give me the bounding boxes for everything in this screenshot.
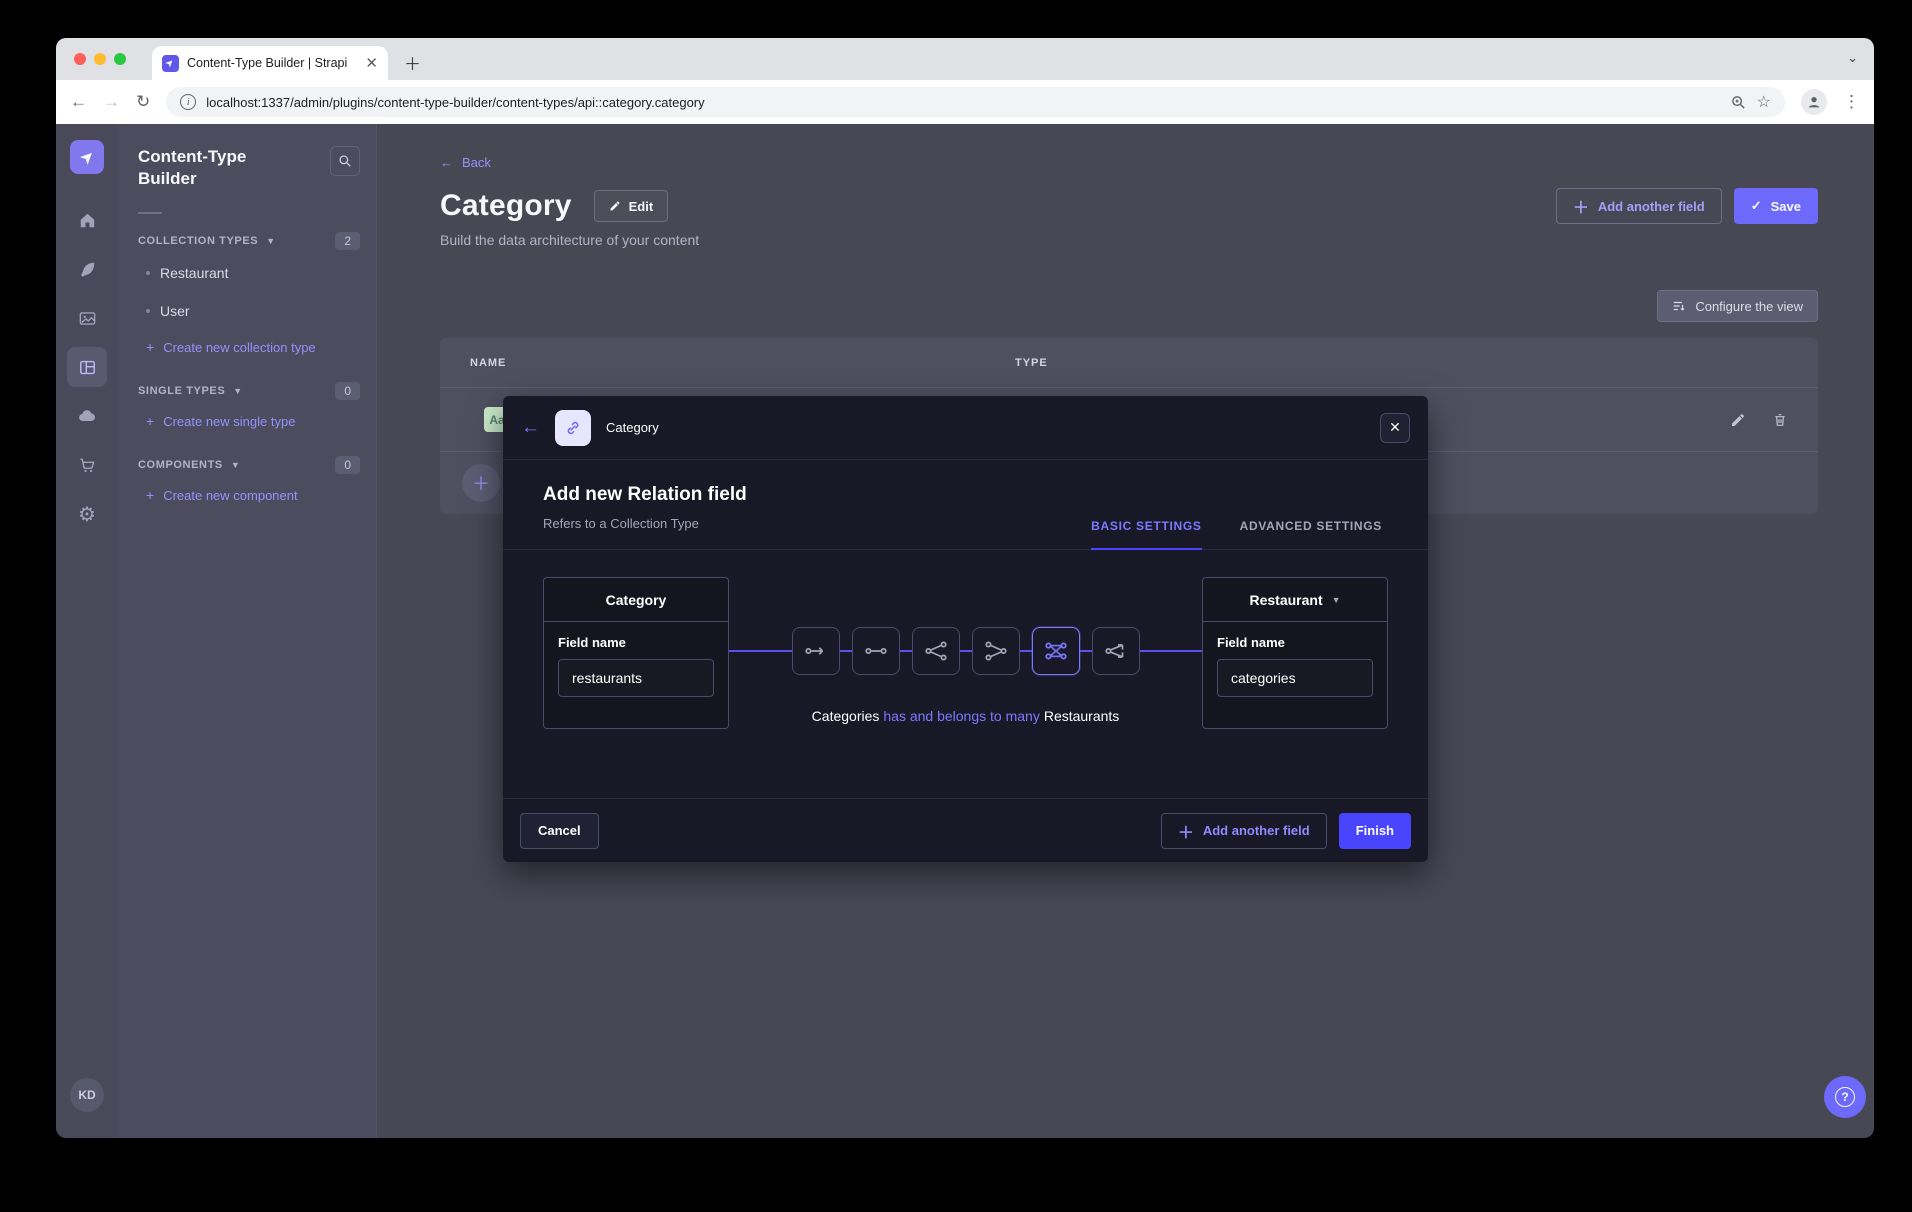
url-text[interactable]: localhost:1337/admin/plugins/content-typ…	[206, 95, 1719, 110]
many-to-one-icon[interactable]	[972, 627, 1020, 675]
modal-footer: Cancel ＋ Add another field Finish	[503, 798, 1428, 862]
relation-type-buttons	[792, 627, 1140, 675]
modal-add-another-field-button[interactable]: ＋ Add another field	[1161, 813, 1327, 849]
close-button[interactable]: ✕	[1380, 413, 1410, 443]
relation-sentence: Categorieshas and belongs to manyRestaur…	[503, 708, 1428, 724]
many-to-many-icon[interactable]	[1032, 627, 1080, 675]
strapi-favicon-icon: ➤	[162, 55, 179, 72]
profile-icon[interactable]	[1801, 89, 1827, 115]
source-field-name-input[interactable]	[558, 659, 714, 697]
tab-title: Content-Type Builder | Strapi	[187, 56, 357, 70]
tab-search-icon[interactable]: ⌄	[1847, 50, 1858, 66]
browser-tab-bar: ➤ Content-Type Builder | Strapi ✕ ＋ ⌄	[56, 38, 1874, 80]
modal-tabs: BASIC SETTINGS ADVANCED SETTINGS	[1091, 519, 1382, 549]
reload-icon[interactable]: ↻	[136, 92, 150, 112]
one-way-icon[interactable]	[792, 627, 840, 675]
new-tab-button[interactable]: ＋	[404, 50, 421, 75]
many-way-icon[interactable]	[1092, 627, 1140, 675]
close-icon: ✕	[1389, 419, 1401, 436]
tab-basic-settings[interactable]: BASIC SETTINGS	[1091, 519, 1201, 550]
address-bar[interactable]: i localhost:1337/admin/plugins/content-t…	[166, 87, 1785, 117]
forward-icon[interactable]: →	[103, 92, 120, 112]
one-to-one-icon[interactable]	[852, 627, 900, 675]
strapi-admin: ➤ ⚙ KD Content-Type	[56, 124, 1874, 1138]
relation-diagram: Category Field name	[503, 550, 1428, 775]
target-field-name-input[interactable]	[1217, 659, 1373, 697]
add-relation-modal: ← Category ✕ Add new Relation field Refe…	[503, 396, 1428, 862]
bookmark-star-icon[interactable]: ☆	[1757, 92, 1771, 112]
modal-header: ← Category ✕	[503, 396, 1428, 460]
menu-icon[interactable]: ⋮	[1843, 92, 1860, 112]
plus-icon: ＋	[1178, 819, 1194, 843]
arrow-left-icon[interactable]: ←	[521, 417, 540, 439]
browser-toolbar: ← → ↻ i localhost:1337/admin/plugins/con…	[56, 80, 1874, 124]
zoom-icon[interactable]	[1730, 94, 1747, 111]
cancel-button[interactable]: Cancel	[520, 813, 599, 849]
one-to-many-icon[interactable]	[912, 627, 960, 675]
browser-tab[interactable]: ➤ Content-Type Builder | Strapi ✕	[152, 46, 388, 80]
chevron-down-icon: ▼	[1332, 595, 1341, 605]
site-info-icon[interactable]: i	[180, 94, 196, 110]
target-card: Restaurant ▼ Field name	[1202, 577, 1388, 729]
modal-heading: Add new Relation field	[543, 484, 747, 506]
close-window-button[interactable]	[74, 53, 86, 65]
window-controls	[74, 53, 126, 65]
tab-advanced-settings[interactable]: ADVANCED SETTINGS	[1240, 519, 1382, 549]
minimize-window-button[interactable]	[94, 53, 106, 65]
finish-button[interactable]: Finish	[1339, 813, 1411, 849]
browser-window: ➤ Content-Type Builder | Strapi ✕ ＋ ⌄ ← …	[56, 38, 1874, 1138]
source-card-title: Category	[544, 578, 728, 622]
target-collection-select[interactable]: Restaurant ▼	[1203, 578, 1387, 622]
relation-link-icon	[555, 410, 591, 446]
modal-subheading: Refers to a Collection Type	[543, 516, 747, 549]
modal-title: Category	[606, 420, 659, 435]
source-card: Category Field name	[543, 577, 729, 729]
maximize-window-button[interactable]	[114, 53, 126, 65]
back-icon[interactable]: ←	[70, 92, 87, 112]
tab-close-icon[interactable]: ✕	[365, 54, 378, 72]
